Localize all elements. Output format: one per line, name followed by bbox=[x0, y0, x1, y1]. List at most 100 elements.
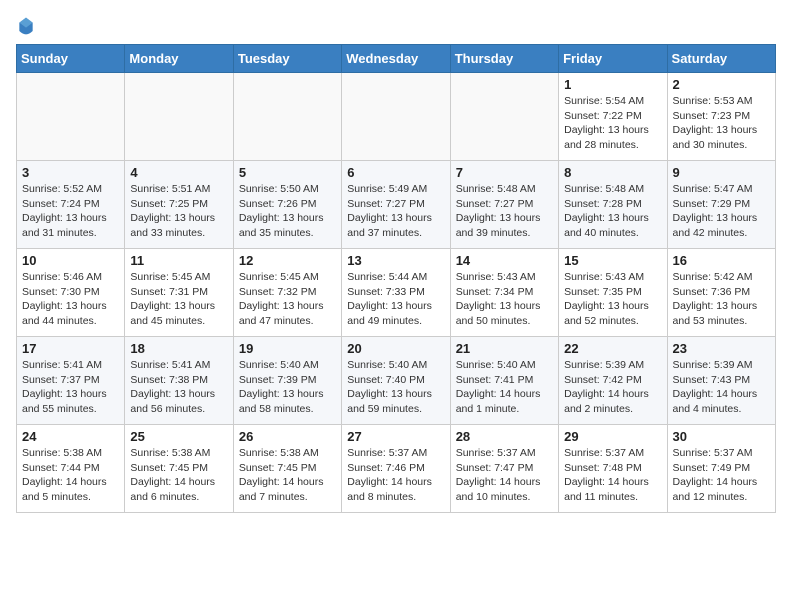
day-number: 3 bbox=[22, 165, 119, 180]
calendar-cell: 19 Sunrise: 5:40 AMSunset: 7:39 PMDayligh… bbox=[233, 337, 341, 425]
day-number: 30 bbox=[673, 429, 770, 444]
calendar-cell: 10 Sunrise: 5:46 AMSunset: 7:30 PMDayligh… bbox=[17, 249, 125, 337]
calendar-week-row: 24 Sunrise: 5:38 AMSunset: 7:44 PMDayligh… bbox=[17, 425, 776, 513]
day-info: Sunrise: 5:45 AMSunset: 7:32 PMDaylight:… bbox=[239, 270, 336, 329]
calendar-cell: 22 Sunrise: 5:39 AMSunset: 7:42 PMDayligh… bbox=[559, 337, 667, 425]
page-header bbox=[16, 16, 776, 36]
day-info: Sunrise: 5:37 AMSunset: 7:49 PMDaylight:… bbox=[673, 446, 770, 505]
day-info: Sunrise: 5:43 AMSunset: 7:35 PMDaylight:… bbox=[564, 270, 661, 329]
day-info: Sunrise: 5:54 AMSunset: 7:22 PMDaylight:… bbox=[564, 94, 661, 153]
logo-icon bbox=[16, 16, 36, 36]
calendar-cell: 2 Sunrise: 5:53 AMSunset: 7:23 PMDaylight… bbox=[667, 73, 775, 161]
calendar-week-row: 10 Sunrise: 5:46 AMSunset: 7:30 PMDayligh… bbox=[17, 249, 776, 337]
calendar-cell: 12 Sunrise: 5:45 AMSunset: 7:32 PMDayligh… bbox=[233, 249, 341, 337]
calendar-cell: 20 Sunrise: 5:40 AMSunset: 7:40 PMDayligh… bbox=[342, 337, 450, 425]
calendar-cell: 17 Sunrise: 5:41 AMSunset: 7:37 PMDayligh… bbox=[17, 337, 125, 425]
weekday-header-thursday: Thursday bbox=[450, 45, 558, 73]
day-info: Sunrise: 5:38 AMSunset: 7:45 PMDaylight:… bbox=[130, 446, 227, 505]
day-info: Sunrise: 5:42 AMSunset: 7:36 PMDaylight:… bbox=[673, 270, 770, 329]
weekday-header-saturday: Saturday bbox=[667, 45, 775, 73]
weekday-header-wednesday: Wednesday bbox=[342, 45, 450, 73]
day-number: 26 bbox=[239, 429, 336, 444]
day-number: 25 bbox=[130, 429, 227, 444]
calendar-cell: 4 Sunrise: 5:51 AMSunset: 7:25 PMDaylight… bbox=[125, 161, 233, 249]
weekday-header-tuesday: Tuesday bbox=[233, 45, 341, 73]
day-number: 28 bbox=[456, 429, 553, 444]
day-info: Sunrise: 5:49 AMSunset: 7:27 PMDaylight:… bbox=[347, 182, 444, 241]
calendar-cell: 29Sunrise: 5:37 AMSunset: 7:48 PMDayligh… bbox=[559, 425, 667, 513]
day-info: Sunrise: 5:50 AMSunset: 7:26 PMDaylight:… bbox=[239, 182, 336, 241]
day-info: Sunrise: 5:38 AMSunset: 7:44 PMDaylight:… bbox=[22, 446, 119, 505]
calendar-cell: 6Sunrise: 5:49 AMSunset: 7:27 PMDaylight… bbox=[342, 161, 450, 249]
calendar-cell: 3Sunrise: 5:52 AMSunset: 7:24 PMDaylight… bbox=[17, 161, 125, 249]
day-info: Sunrise: 5:37 AMSunset: 7:47 PMDaylight:… bbox=[456, 446, 553, 505]
day-info: Sunrise: 5:43 AMSunset: 7:34 PMDaylight:… bbox=[456, 270, 553, 329]
day-info: Sunrise: 5:39 AMSunset: 7:42 PMDaylight:… bbox=[564, 358, 661, 417]
day-info: Sunrise: 5:44 AMSunset: 7:33 PMDaylight:… bbox=[347, 270, 444, 329]
day-number: 4 bbox=[130, 165, 227, 180]
day-number: 7 bbox=[456, 165, 553, 180]
day-info: Sunrise: 5:47 AMSunset: 7:29 PMDaylight:… bbox=[673, 182, 770, 241]
calendar-cell bbox=[450, 73, 558, 161]
day-number: 10 bbox=[22, 253, 119, 268]
calendar-table: SundayMondayTuesdayWednesdayThursdayFrid… bbox=[16, 44, 776, 513]
logo bbox=[16, 16, 40, 36]
weekday-header-monday: Monday bbox=[125, 45, 233, 73]
day-number: 27 bbox=[347, 429, 444, 444]
calendar-cell: 1 Sunrise: 5:54 AMSunset: 7:22 PMDaylight… bbox=[559, 73, 667, 161]
day-info: Sunrise: 5:41 AMSunset: 7:37 PMDaylight:… bbox=[22, 358, 119, 417]
day-number: 20 bbox=[347, 341, 444, 356]
calendar-cell: 27 Sunrise: 5:37 AMSunset: 7:46 PMDayligh… bbox=[342, 425, 450, 513]
day-number: 15 bbox=[564, 253, 661, 268]
calendar-cell: 24 Sunrise: 5:38 AMSunset: 7:44 PMDayligh… bbox=[17, 425, 125, 513]
calendar-cell: 15 Sunrise: 5:43 AMSunset: 7:35 PMDayligh… bbox=[559, 249, 667, 337]
day-info: Sunrise: 5:53 AMSunset: 7:23 PMDaylight:… bbox=[673, 94, 770, 153]
day-number: 17 bbox=[22, 341, 119, 356]
day-number: 13 bbox=[347, 253, 444, 268]
day-number: 19 bbox=[239, 341, 336, 356]
day-info: Sunrise: 5:40 AMSunset: 7:39 PMDaylight:… bbox=[239, 358, 336, 417]
calendar-cell bbox=[125, 73, 233, 161]
day-number: 12 bbox=[239, 253, 336, 268]
day-number: 9 bbox=[673, 165, 770, 180]
day-info: Sunrise: 5:48 AMSunset: 7:27 PMDaylight:… bbox=[456, 182, 553, 241]
calendar-cell: 28 Sunrise: 5:37 AMSunset: 7:47 PMDayligh… bbox=[450, 425, 558, 513]
calendar-cell: 25 Sunrise: 5:38 AMSunset: 7:45 PMDayligh… bbox=[125, 425, 233, 513]
day-number: 23 bbox=[673, 341, 770, 356]
day-number: 24 bbox=[22, 429, 119, 444]
day-info: Sunrise: 5:40 AMSunset: 7:41 PMDaylight:… bbox=[456, 358, 553, 417]
calendar-cell: 11 Sunrise: 5:45 AMSunset: 7:31 PMDayligh… bbox=[125, 249, 233, 337]
day-number: 5 bbox=[239, 165, 336, 180]
day-info: Sunrise: 5:46 AMSunset: 7:30 PMDaylight:… bbox=[22, 270, 119, 329]
day-number: 1 bbox=[564, 77, 661, 92]
day-number: 2 bbox=[673, 77, 770, 92]
calendar-cell: 13 Sunrise: 5:44 AMSunset: 7:33 PMDayligh… bbox=[342, 249, 450, 337]
calendar-cell: 9 Sunrise: 5:47 AMSunset: 7:29 PMDaylight… bbox=[667, 161, 775, 249]
day-info: Sunrise: 5:51 AMSunset: 7:25 PMDaylight:… bbox=[130, 182, 227, 241]
calendar-cell: 23Sunrise: 5:39 AMSunset: 7:43 PMDayligh… bbox=[667, 337, 775, 425]
day-info: Sunrise: 5:45 AMSunset: 7:31 PMDaylight:… bbox=[130, 270, 227, 329]
day-number: 14 bbox=[456, 253, 553, 268]
calendar-week-row: 1 Sunrise: 5:54 AMSunset: 7:22 PMDaylight… bbox=[17, 73, 776, 161]
calendar-cell: 8 Sunrise: 5:48 AMSunset: 7:28 PMDaylight… bbox=[559, 161, 667, 249]
weekday-header-row: SundayMondayTuesdayWednesdayThursdayFrid… bbox=[17, 45, 776, 73]
calendar-cell: 30 Sunrise: 5:37 AMSunset: 7:49 PMDayligh… bbox=[667, 425, 775, 513]
calendar-week-row: 3Sunrise: 5:52 AMSunset: 7:24 PMDaylight… bbox=[17, 161, 776, 249]
calendar-cell: 14 Sunrise: 5:43 AMSunset: 7:34 PMDayligh… bbox=[450, 249, 558, 337]
calendar-week-row: 17 Sunrise: 5:41 AMSunset: 7:37 PMDayligh… bbox=[17, 337, 776, 425]
calendar-cell: 26Sunrise: 5:38 AMSunset: 7:45 PMDayligh… bbox=[233, 425, 341, 513]
day-info: Sunrise: 5:41 AMSunset: 7:38 PMDaylight:… bbox=[130, 358, 227, 417]
day-number: 22 bbox=[564, 341, 661, 356]
day-number: 8 bbox=[564, 165, 661, 180]
day-number: 29 bbox=[564, 429, 661, 444]
day-info: Sunrise: 5:37 AMSunset: 7:46 PMDaylight:… bbox=[347, 446, 444, 505]
weekday-header-sunday: Sunday bbox=[17, 45, 125, 73]
day-info: Sunrise: 5:48 AMSunset: 7:28 PMDaylight:… bbox=[564, 182, 661, 241]
day-number: 11 bbox=[130, 253, 227, 268]
day-info: Sunrise: 5:40 AMSunset: 7:40 PMDaylight:… bbox=[347, 358, 444, 417]
day-number: 21 bbox=[456, 341, 553, 356]
weekday-header-friday: Friday bbox=[559, 45, 667, 73]
calendar-cell: 21 Sunrise: 5:40 AMSunset: 7:41 PMDayligh… bbox=[450, 337, 558, 425]
calendar-cell: 5 Sunrise: 5:50 AMSunset: 7:26 PMDaylight… bbox=[233, 161, 341, 249]
calendar-cell: 16Sunrise: 5:42 AMSunset: 7:36 PMDayligh… bbox=[667, 249, 775, 337]
